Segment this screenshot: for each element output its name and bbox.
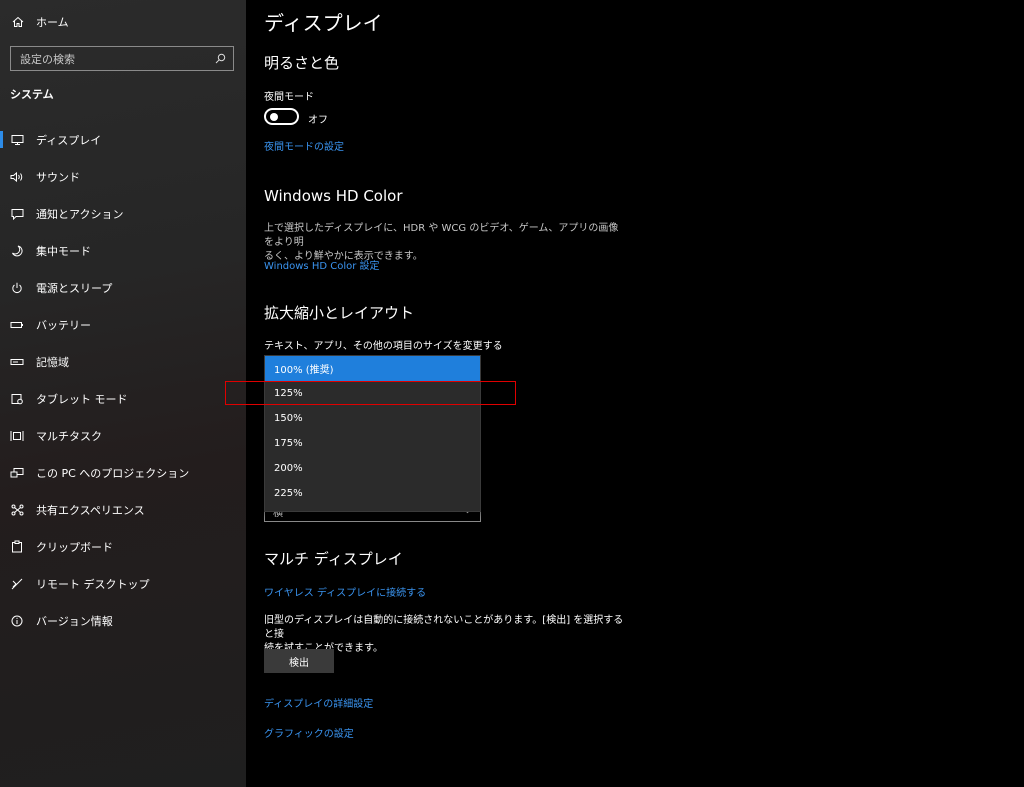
sidebar-item-label: 記憶域 — [36, 355, 69, 369]
sidebar-item-display[interactable]: ディスプレイ — [0, 121, 246, 158]
graphics-settings-link[interactable]: グラフィックの設定 — [264, 725, 354, 740]
detect-button[interactable]: 検出 — [264, 649, 334, 673]
dropdown-padding — [265, 506, 480, 511]
sidebar-item-label: 集中モード — [36, 244, 91, 258]
sidebar-item-label: リモート デスクトップ — [36, 577, 150, 591]
hdr-description-line1: 上で選択したディスプレイに、HDR や WCG のビデオ、ゲーム、アプリの画像を… — [264, 223, 619, 248]
sidebar-item-tablet[interactable]: タブレット モード — [0, 380, 246, 417]
hdr-heading: Windows HD Color — [264, 187, 403, 205]
sidebar-item-label: タブレット モード — [36, 392, 128, 406]
power-icon — [10, 281, 24, 295]
sidebar-item-focus[interactable]: 集中モード — [0, 232, 246, 269]
home-link[interactable]: ホーム — [10, 12, 69, 32]
sidebar-item-label: サウンド — [36, 170, 80, 184]
tablet-icon — [10, 392, 24, 406]
sidebar-item-remote[interactable]: リモート デスクトップ — [0, 565, 246, 602]
sidebar-item-label: クリップボード — [36, 540, 113, 554]
highlight-box — [225, 381, 516, 405]
scale-option-175[interactable]: 175% — [265, 431, 480, 456]
sidebar-item-about[interactable]: バージョン情報 — [0, 602, 246, 639]
scale-option-100[interactable]: 100% (推奨) — [265, 356, 480, 381]
home-label: ホーム — [36, 16, 69, 29]
multi-description-line1: 旧型のディスプレイは自動的に接続されないことがあります。[検出] を選択すると接 — [264, 615, 624, 640]
night-light-toggle[interactable] — [264, 108, 299, 125]
sidebar-item-label: ディスプレイ — [36, 133, 102, 147]
search-input[interactable]: 設定の検索 — [10, 46, 234, 71]
scale-heading: 拡大縮小とレイアウト — [264, 304, 415, 322]
multi-display-heading: マルチ ディスプレイ — [264, 550, 403, 568]
scale-option-225[interactable]: 225% — [265, 481, 480, 506]
share-icon — [10, 503, 24, 517]
wireless-display-link[interactable]: ワイヤレス ディスプレイに接続する — [264, 584, 426, 599]
storage-icon — [10, 355, 24, 369]
sidebar-item-label: 電源とスリープ — [36, 281, 113, 295]
moon-icon — [10, 244, 24, 258]
home-icon — [10, 16, 26, 28]
clipboard-icon — [10, 540, 24, 554]
page-title: ディスプレイ — [264, 11, 383, 35]
sidebar-item-power[interactable]: 電源とスリープ — [0, 269, 246, 306]
sidebar-item-sound[interactable]: サウンド — [0, 158, 246, 195]
sidebar-item-label: バージョン情報 — [36, 614, 113, 628]
sidebar-item-label: 共有エクスペリエンス — [36, 503, 145, 517]
projection-icon — [10, 466, 24, 480]
sidebar-item-multitask[interactable]: マルチタスク — [0, 417, 246, 454]
notification-icon — [10, 207, 24, 221]
sidebar-item-storage[interactable]: 記憶域 — [0, 343, 246, 380]
monitor-icon — [10, 133, 24, 147]
sidebar-item-clipboard[interactable]: クリップボード — [0, 528, 246, 565]
sidebar-item-shared[interactable]: 共有エクスペリエンス — [0, 491, 246, 528]
speaker-icon — [10, 170, 24, 184]
sidebar-item-projection[interactable]: この PC へのプロジェクション — [0, 454, 246, 491]
multitask-icon — [10, 429, 24, 443]
sidebar-item-label: 通知とアクション — [36, 207, 124, 221]
scale-option-200[interactable]: 200% — [265, 456, 480, 481]
night-light-label: 夜間モード — [264, 92, 314, 103]
night-light-state: オフ — [308, 115, 328, 126]
hdr-settings-link[interactable]: Windows HD Color 設定 — [264, 257, 380, 272]
battery-icon — [10, 318, 24, 332]
sidebar-item-label: バッテリー — [36, 318, 91, 332]
sidebar-item-notifications[interactable]: 通知とアクション — [0, 195, 246, 232]
sidebar-item-label: マルチタスク — [36, 429, 102, 443]
info-icon — [10, 614, 24, 628]
sidebar-item-battery[interactable]: バッテリー — [0, 306, 246, 343]
brightness-heading: 明るさと色 — [264, 54, 340, 72]
scale-dropdown-list: 100% (推奨) 125% 150% 175% 200% 225% — [264, 355, 481, 512]
sidebar-nav: ディスプレイ サウンド 通知とアクション 集中モード 電源とスリープ バッテリー… — [0, 121, 246, 639]
remote-icon — [10, 577, 24, 591]
scale-size-label: テキスト、アプリ、その他の項目のサイズを変更する — [264, 341, 503, 352]
sidebar-item-label: この PC へのプロジェクション — [36, 466, 190, 480]
search-icon[interactable] — [213, 53, 227, 64]
toggle-knob — [270, 113, 278, 121]
sidebar: ホーム 設定の検索 システム ディスプレイ サウンド 通知とアクション 集中モー… — [0, 0, 246, 787]
night-light-settings-link[interactable]: 夜間モードの設定 — [264, 138, 344, 153]
scale-option-150[interactable]: 150% — [265, 406, 480, 431]
section-title: システム — [10, 88, 54, 101]
advanced-display-settings-link[interactable]: ディスプレイの詳細設定 — [264, 695, 373, 710]
search-placeholder: 設定の検索 — [20, 52, 75, 66]
